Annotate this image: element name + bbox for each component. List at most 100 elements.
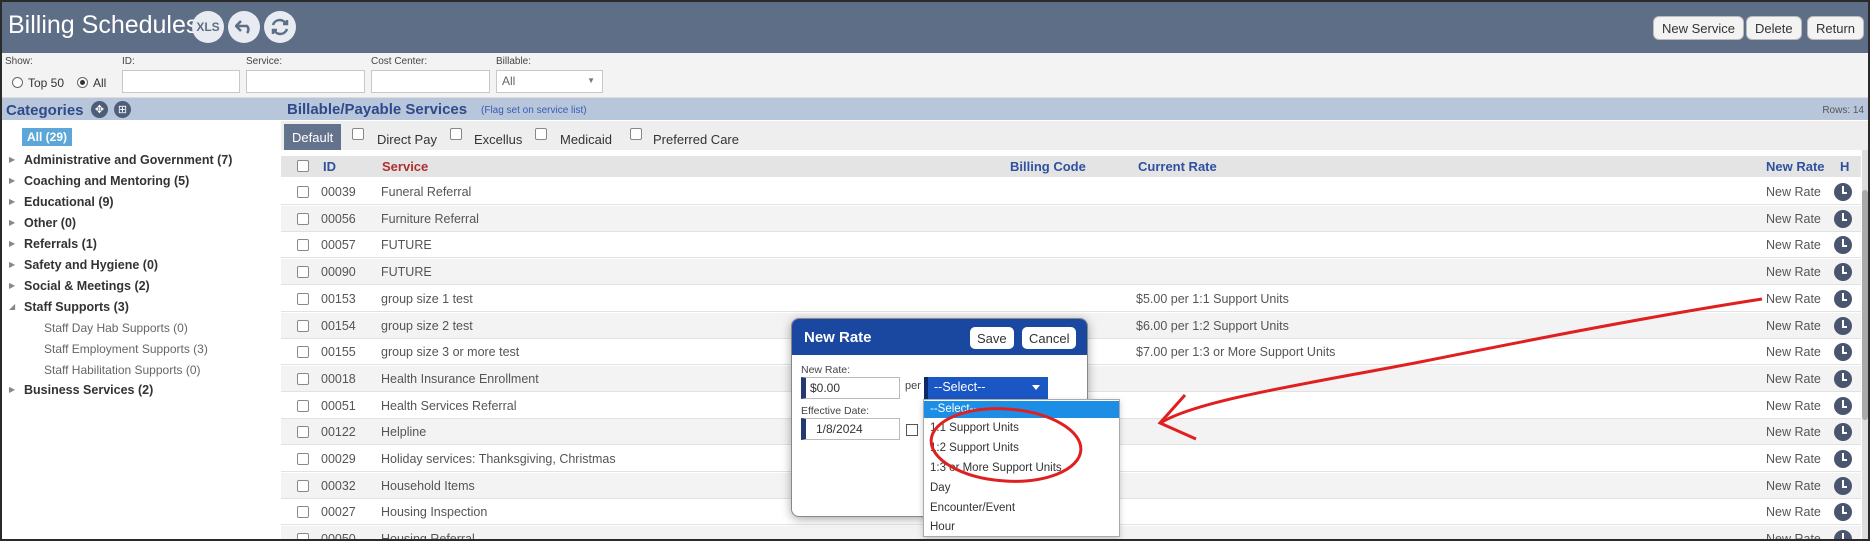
history-clock-icon[interactable] xyxy=(1834,209,1852,228)
expand-caret-icon[interactable]: ▶ xyxy=(9,385,15,394)
category-item[interactable]: Staff Supports (3) xyxy=(24,300,129,314)
row-service[interactable]: Housing Referral xyxy=(381,532,475,539)
history-clock-icon[interactable] xyxy=(1834,530,1852,539)
option-1-2-support-units[interactable]: 1:2 Support Units xyxy=(924,440,1119,457)
category-item[interactable]: Coaching and Mentoring (5) xyxy=(24,174,189,188)
row-service[interactable]: Funeral Referral xyxy=(381,185,471,199)
all-radio[interactable] xyxy=(77,77,88,88)
row-service[interactable]: FUTURE xyxy=(381,265,432,279)
select-all-checkbox[interactable] xyxy=(297,160,309,172)
row-checkbox[interactable] xyxy=(297,372,309,385)
option-encounter-event[interactable]: Encounter/Event xyxy=(924,500,1119,517)
row-checkbox[interactable] xyxy=(297,186,309,198)
cost-center-input[interactable] xyxy=(371,70,490,93)
history-clock-icon[interactable] xyxy=(1834,183,1852,201)
category-item[interactable]: Safety and Hygiene (0) xyxy=(24,258,158,272)
history-clock-icon[interactable] xyxy=(1834,450,1852,468)
row-service[interactable]: FUTURE xyxy=(381,238,432,252)
preferred-care-checkbox[interactable] xyxy=(630,128,642,140)
new-rate-link[interactable]: New Rate xyxy=(1766,265,1821,279)
new-rate-link[interactable]: New Rate xyxy=(1766,319,1821,333)
row-service[interactable]: Health Services Referral xyxy=(381,399,516,413)
calendar-icon[interactable] xyxy=(906,424,918,436)
collapse-caret-icon[interactable]: ◢ xyxy=(9,302,15,311)
table-row[interactable]: 00057 FUTURE New Rate xyxy=(281,232,1861,259)
direct-pay-checkbox[interactable] xyxy=(352,128,364,140)
flag-note-link[interactable]: (Flag set on service list) xyxy=(481,105,587,116)
option-select[interactable]: --Select-- xyxy=(924,401,1119,418)
row-service[interactable]: Household Items xyxy=(381,479,475,493)
row-checkbox[interactable] xyxy=(297,506,309,519)
expand-caret-icon[interactable]: ▶ xyxy=(9,239,15,248)
collapse-all-icon[interactable]: ⊞ xyxy=(114,101,131,118)
history-clock-icon[interactable] xyxy=(1834,396,1852,415)
effective-date-input[interactable]: 1/8/2024 xyxy=(801,418,900,440)
new-rate-link[interactable]: New Rate xyxy=(1766,372,1821,386)
expand-all-icon[interactable]: ✥ xyxy=(91,101,108,118)
history-clock-icon[interactable] xyxy=(1834,236,1852,255)
history-clock-icon[interactable] xyxy=(1834,369,1852,388)
history-clock-icon[interactable] xyxy=(1834,476,1852,495)
new-rate-link[interactable]: New Rate xyxy=(1766,425,1821,439)
save-button[interactable]: Save xyxy=(970,327,1014,349)
scrollbar-thumb[interactable] xyxy=(1862,190,1868,420)
row-checkbox[interactable] xyxy=(297,399,309,412)
subcategory-item[interactable]: Staff Habilitation Supports (0) xyxy=(44,363,201,377)
return-button[interactable]: Return xyxy=(1807,16,1865,40)
category-item[interactable]: Social & Meetings (2) xyxy=(24,279,150,293)
expand-caret-icon[interactable]: ▶ xyxy=(9,197,15,206)
column-current-rate[interactable]: Current Rate xyxy=(1138,159,1217,174)
cancel-button[interactable]: Cancel xyxy=(1022,327,1077,349)
table-row[interactable]: 00056 Furniture Referral New Rate xyxy=(281,205,1861,232)
row-checkbox[interactable] xyxy=(297,212,309,225)
service-input[interactable] xyxy=(246,70,365,93)
delete-button[interactable]: Delete xyxy=(1746,16,1802,40)
category-item[interactable]: Educational (9) xyxy=(24,195,114,209)
new-rate-link[interactable]: New Rate xyxy=(1766,479,1821,493)
row-checkbox[interactable] xyxy=(297,453,309,465)
history-clock-icon[interactable] xyxy=(1834,289,1852,308)
new-rate-link[interactable]: New Rate xyxy=(1766,452,1821,466)
table-row[interactable]: 00090 FUTURE New Rate xyxy=(281,259,1861,286)
new-rate-link[interactable]: New Rate xyxy=(1766,238,1821,252)
subcategory-item[interactable]: Staff Employment Supports (3) xyxy=(44,342,208,356)
subcategory-item[interactable]: Staff Day Hab Supports (0) xyxy=(44,321,188,335)
id-input[interactable] xyxy=(122,70,240,93)
row-service[interactable]: group size 2 test xyxy=(381,319,473,333)
top50-radio[interactable] xyxy=(12,77,23,88)
history-clock-icon[interactable] xyxy=(1834,316,1852,335)
tab-default[interactable]: Default xyxy=(284,124,342,150)
table-row[interactable]: 00039 Funeral Referral New Rate xyxy=(281,179,1861,205)
expand-caret-icon[interactable]: ▶ xyxy=(9,218,15,227)
row-checkbox[interactable] xyxy=(297,266,309,279)
expand-caret-icon[interactable]: ▶ xyxy=(9,281,15,290)
row-checkbox[interactable] xyxy=(297,239,309,252)
new-rate-link[interactable]: New Rate xyxy=(1766,185,1821,199)
row-checkbox[interactable] xyxy=(297,479,309,492)
row-checkbox[interactable] xyxy=(297,292,309,305)
column-service[interactable]: Service xyxy=(382,159,428,174)
new-rate-link[interactable]: New Rate xyxy=(1766,505,1821,519)
row-service[interactable]: Housing Inspection xyxy=(381,505,487,519)
undo-icon[interactable] xyxy=(228,11,260,43)
new-rate-link[interactable]: New Rate xyxy=(1766,399,1821,413)
billable-select[interactable]: All ▼ xyxy=(496,70,603,93)
new-service-button[interactable]: New Service xyxy=(1653,16,1744,40)
medicaid-checkbox[interactable] xyxy=(535,128,547,140)
excellus-checkbox[interactable] xyxy=(450,128,462,140)
expand-caret-icon[interactable]: ▶ xyxy=(9,260,15,269)
option-1-3-support-units[interactable]: 1:3 or More Support Units xyxy=(924,460,1119,477)
unit-select[interactable]: --Select-- xyxy=(924,377,1048,399)
row-checkbox[interactable] xyxy=(297,319,309,332)
table-row[interactable]: 00153 group size 1 test $5.00 per 1:1 Supp… xyxy=(281,285,1861,312)
new-rate-link[interactable]: New Rate xyxy=(1766,292,1821,306)
history-clock-icon[interactable] xyxy=(1834,343,1852,362)
history-clock-icon[interactable] xyxy=(1834,263,1852,282)
row-checkbox[interactable] xyxy=(297,533,309,539)
row-checkbox[interactable] xyxy=(297,426,309,439)
row-checkbox[interactable] xyxy=(297,346,309,359)
row-service[interactable]: Furniture Referral xyxy=(381,212,479,226)
history-clock-icon[interactable] xyxy=(1834,423,1852,442)
column-new-rate[interactable]: New Rate xyxy=(1766,159,1825,174)
expand-caret-icon[interactable]: ▶ xyxy=(9,176,15,185)
